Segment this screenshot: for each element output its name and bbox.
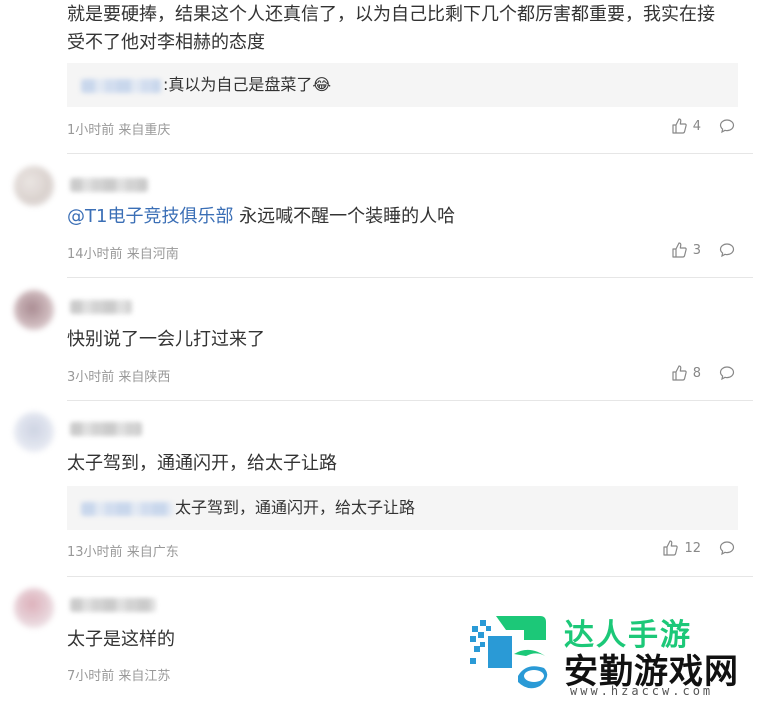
avatar[interactable] [14,588,54,628]
avatar[interactable] [14,412,54,452]
comment-text: 快别说了一会儿打过来了 [67,329,265,350]
comment-time: 1小时前 [67,123,115,138]
like-icon[interactable] [671,365,687,381]
username-blurred[interactable] [70,422,142,436]
username-blurred[interactable] [70,300,132,314]
comment-actions: 8 [671,365,735,381]
watermark-logo-icon [466,606,558,700]
comment-location: 来自陕西 [118,370,171,385]
reply-text: :真以为自己是盘菜了😂 [163,75,332,94]
comment-time: 3小时前 [67,370,115,385]
comment-time: 13小时前 [67,545,123,560]
comment-reply-icon[interactable] [719,365,735,381]
comment-body: 永远喊不醒一个装睡的人哈 [233,206,456,227]
divider [67,400,753,401]
like-icon[interactable] [662,540,679,556]
quoted-reply[interactable]: :真以为自己是盘菜了😂 [67,63,738,107]
like-count: 4 [692,118,701,134]
avatar[interactable] [14,290,54,330]
reply-username-blurred[interactable] [81,78,161,93]
site-watermark: 达人手游 安勤游戏网 www.hzaccw.com [460,598,759,702]
like-icon[interactable] [671,242,687,258]
comment-reply-icon[interactable] [719,540,735,556]
username-blurred[interactable] [70,178,148,192]
comment-location: 来自广东 [126,545,179,560]
comment-actions: 3 [671,242,735,258]
quoted-reply[interactable]: 太子驾到，通通闪开，给太子让路 [67,486,738,530]
like-count: 8 [692,365,701,381]
comment-meta: 7小时前 来自江苏 [67,665,170,684]
like-count: 3 [692,242,701,258]
like-icon[interactable] [671,118,687,134]
comment-meta: 1小时前 来自重庆 [67,119,170,138]
reply-username-blurred[interactable] [81,501,173,516]
comment-text: 就是要硬捧，结果这个人还真信了，以为自己比剩下几个都厉害都重要，我实在接受不了他… [67,4,715,53]
reply-text: 太子驾到，通通闪开，给太子让路 [175,498,416,517]
comment-meta: 13小时前 来自广东 [67,541,179,560]
comment-location: 来自河南 [126,247,179,262]
comment-text: 太子驾到，通通闪开，给太子让路 [67,453,337,474]
divider [67,277,753,278]
comment-text: @T1电子竞技俱乐部 永远喊不醒一个装睡的人哈 [67,203,729,231]
avatar[interactable] [14,166,54,206]
comment-meta: 14小时前 来自河南 [67,243,179,262]
watermark-url: www.hzaccw.com [570,684,714,698]
comment-time: 7小时前 [67,669,115,684]
mention-link[interactable]: @T1电子竞技俱乐部 [67,206,233,227]
comment-reply-icon[interactable] [719,242,735,258]
comment-actions: 12 [662,540,735,556]
comment-location: 来自重庆 [118,123,171,138]
like-count: 12 [684,540,701,556]
comment-location: 来自江苏 [118,669,171,684]
divider [67,153,753,154]
username-blurred[interactable] [70,598,156,612]
comment-reply-icon[interactable] [719,118,735,134]
divider [67,576,753,577]
comment-meta: 3小时前 来自陕西 [67,366,170,385]
comment-actions: 4 [671,118,735,134]
comment-time: 14小时前 [67,247,123,262]
